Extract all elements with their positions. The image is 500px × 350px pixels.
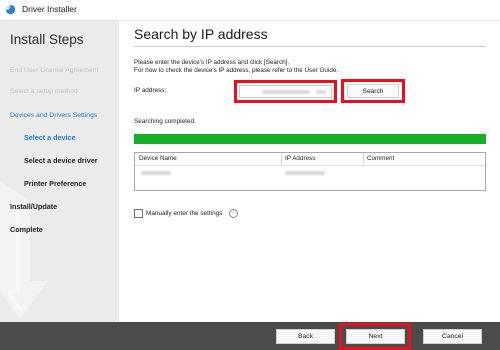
table-row[interactable] — [135, 167, 485, 178]
info-icon[interactable]: i — [229, 209, 239, 218]
step-complete: Complete — [10, 225, 43, 234]
manual-settings-checkbox[interactable] — [134, 209, 143, 218]
device-table[interactable]: Device Name IP Address Comment — [134, 152, 486, 191]
step-printer-preference: Printer Preference — [24, 179, 87, 188]
instruction-text: Please enter the device's IP address and… — [134, 59, 290, 66]
column-comment[interactable]: Comment — [367, 153, 394, 165]
next-button[interactable]: Next — [346, 329, 405, 344]
table-header-divider — [135, 165, 485, 166]
search-status: Searching completed. — [134, 118, 196, 125]
footer-bar: Back Next Cancel — [0, 322, 500, 350]
step-install-update: Install/Update — [10, 202, 58, 211]
install-steps-sidebar: Install Steps End User License Agreement… — [0, 21, 119, 322]
column-ip-address[interactable]: IP Address — [285, 153, 315, 165]
title-divider — [134, 46, 486, 47]
manual-settings-option[interactable]: Manually enter the settings i — [134, 209, 239, 218]
step-setup-method: Select a setup method — [10, 88, 78, 95]
step-end-user-license: End User License Agreement — [10, 67, 99, 74]
progress-fill — [134, 134, 486, 144]
sidebar-title: Install Steps — [10, 32, 84, 47]
step-select-device: Select a device — [24, 133, 76, 142]
column-device-name[interactable]: Device Name — [139, 153, 177, 165]
back-button[interactable]: Back — [276, 329, 335, 344]
cancel-button[interactable]: Cancel — [423, 329, 482, 344]
window-title: Driver Installer — [22, 4, 77, 14]
page-title: Search by IP address — [134, 26, 268, 42]
title-bar: Driver Installer — [0, 0, 500, 21]
blurred-device-ip — [285, 171, 325, 175]
step-devices-drivers-settings: Devices and Drivers Settings — [10, 112, 98, 119]
column-separator[interactable] — [281, 153, 282, 165]
search-progress-bar — [134, 134, 486, 144]
ip-address-label: IP address: — [134, 87, 167, 94]
instruction-help-text: For how to check the device's IP address… — [134, 67, 339, 74]
manual-settings-label[interactable]: Manually enter the settings — [146, 210, 222, 217]
blurred-device-name — [141, 171, 171, 175]
step-select-device-driver: Select a device driver — [24, 156, 98, 165]
blurred-ip-text — [262, 90, 310, 94]
blurred-ip-text-tail — [316, 90, 326, 94]
search-button[interactable]: Search — [347, 84, 399, 98]
column-separator[interactable] — [363, 153, 364, 165]
driver-installer-icon — [5, 4, 16, 15]
ip-address-input[interactable] — [239, 85, 332, 98]
